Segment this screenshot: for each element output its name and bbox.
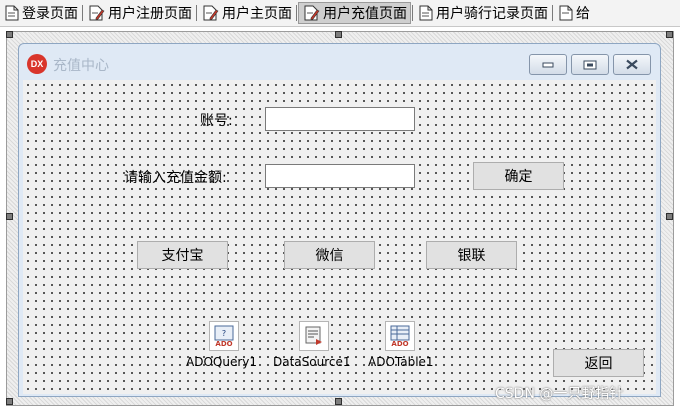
tab-label: 登录页面: [22, 6, 78, 22]
tab-main-page[interactable]: 用户主页面: [198, 2, 295, 24]
tab-label: 用户主页面: [222, 6, 292, 22]
datasource-label: DataSource1: [273, 355, 351, 369]
tab-recharge-page[interactable]: 用户充值页面: [298, 2, 411, 24]
form-title: 充值中心: [53, 58, 109, 74]
account-label: 账号:: [200, 113, 233, 129]
tab-label: 用户注册页面: [108, 6, 192, 22]
resize-handle-right[interactable]: [666, 213, 673, 220]
minimize-icon: [542, 62, 554, 67]
tab-truncated[interactable]: 给: [554, 2, 593, 24]
tab-login-page[interactable]: 登录页面: [0, 2, 81, 24]
tab-label: 给: [576, 6, 590, 22]
resize-handle-left[interactable]: [6, 213, 13, 220]
minimize-button[interactable]: [529, 54, 567, 75]
svg-text:?: ?: [222, 329, 226, 338]
tab-separator: [412, 5, 413, 21]
tab-separator: [82, 5, 83, 21]
maximize-button[interactable]: [571, 54, 609, 75]
confirm-button[interactable]: 确定: [473, 162, 564, 190]
wechat-button[interactable]: 微信: [284, 241, 375, 269]
form-window[interactable]: DX 充值中心 账号: 请输入充值金额: 确定 支付宝 微信 银联 ? ADO …: [18, 43, 661, 397]
form-edit-icon: [89, 5, 105, 21]
adotable-component[interactable]: ADO: [385, 321, 415, 351]
tab-separator: [196, 5, 197, 21]
form-titlebar[interactable]: DX 充值中心: [19, 44, 660, 84]
form-file-icon: [5, 5, 19, 21]
form-edit-icon: [203, 5, 219, 21]
close-button[interactable]: [613, 54, 651, 75]
datasource-icon: [305, 326, 322, 345]
resize-handle-top[interactable]: [335, 31, 342, 38]
maximize-icon: [583, 60, 597, 69]
resize-handle-bottom[interactable]: [335, 398, 342, 405]
svg-text:ADO: ADO: [391, 340, 408, 348]
resize-handle-top-right[interactable]: [666, 31, 673, 38]
app-logo-icon: DX: [27, 54, 47, 74]
tab-register-page[interactable]: 用户注册页面: [84, 2, 195, 24]
datasource-component[interactable]: [299, 321, 329, 351]
adotable-label: ADOTable1: [368, 355, 434, 369]
close-icon: [626, 59, 638, 70]
form-client-area: 账号: 请输入充值金额: 确定 支付宝 微信 银联 ? ADO ADOQuery…: [23, 80, 656, 394]
account-input[interactable]: [265, 107, 415, 131]
resize-handle-top-left[interactable]: [6, 31, 13, 38]
resize-handle-bottom-left[interactable]: [6, 398, 13, 405]
tab-label: 用户充值页面: [323, 6, 407, 22]
tab-ride-records-page[interactable]: 用户骑行记录页面: [414, 2, 551, 24]
svg-text:ADO: ADO: [215, 340, 232, 348]
tab-label: 用户骑行记录页面: [436, 6, 548, 22]
ado-query-icon: ? ADO: [214, 325, 234, 348]
form-file-icon: [419, 5, 433, 21]
tab-separator: [552, 5, 553, 21]
amount-input[interactable]: [265, 164, 415, 188]
unionpay-button[interactable]: 银联: [426, 241, 517, 269]
back-button[interactable]: 返回: [553, 349, 644, 377]
adoquery-label: ADOQuery1: [186, 355, 257, 369]
form-edit-icon: [304, 5, 320, 21]
amount-label: 请输入充值金额:: [124, 170, 227, 186]
watermark-text: CSDN @一只野指针: [495, 386, 624, 402]
ado-table-icon: ADO: [390, 325, 410, 348]
designer-tab-strip: 登录页面 用户注册页面 用户主页面 用户充值页面 用户骑行记录页面 给: [0, 0, 680, 27]
alipay-button[interactable]: 支付宝: [137, 241, 228, 269]
form-file-icon: [559, 5, 573, 21]
adoquery-component[interactable]: ? ADO: [209, 321, 239, 351]
tab-separator: [296, 5, 297, 21]
app-logo-text: DX: [30, 59, 44, 69]
